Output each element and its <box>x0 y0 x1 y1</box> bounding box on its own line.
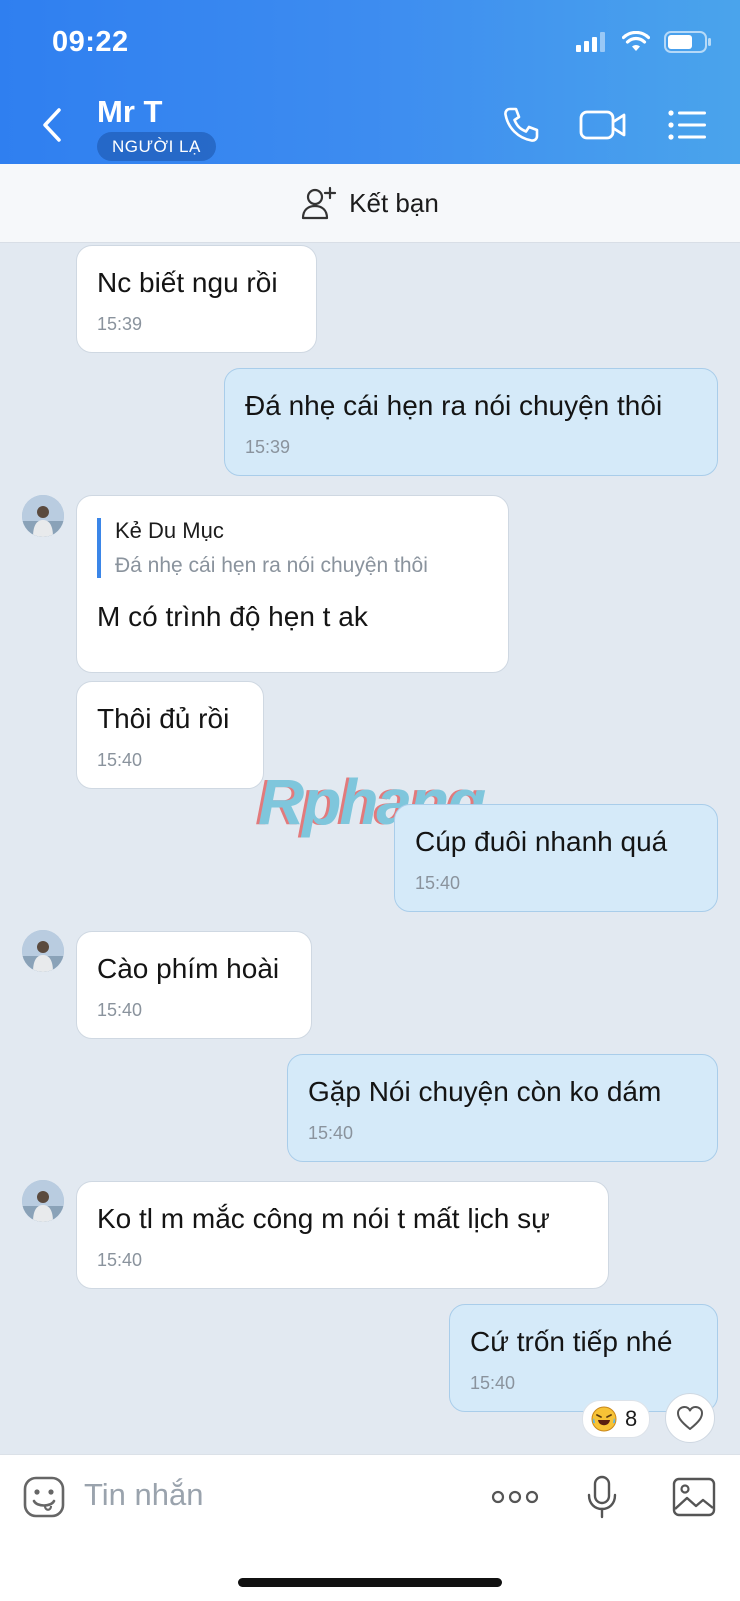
message-text: Cứ trốn tiếp nhé <box>470 1326 673 1357</box>
chevron-left-icon <box>43 108 61 142</box>
more-options-button[interactable] <box>490 1475 540 1519</box>
avatar-photo <box>22 1180 64 1222</box>
message-sent[interactable]: Gặp Nói chuyện còn ko dám 15:40 <box>287 1054 718 1162</box>
like-button[interactable] <box>665 1393 715 1443</box>
message-text: Gặp Nói chuyện còn ko dám <box>308 1076 662 1107</box>
message-text: Cào phím hoài <box>97 953 280 984</box>
message-received[interactable]: Ko tl m mắc công m nói t mất lịch sự 15:… <box>76 1181 609 1289</box>
quote-text: Đá nhẹ cái hẹn ra nói chuyện thôi <box>115 554 428 577</box>
message-sent[interactable]: Cúp đuôi nhanh quá 15:40 <box>394 804 718 912</box>
laughing-crying-emoji-icon <box>591 1406 617 1432</box>
message-time: 15:40 <box>415 873 461 893</box>
avatar[interactable] <box>22 930 64 972</box>
voice-message-button[interactable] <box>584 1475 620 1519</box>
message-time: 15:40 <box>470 1373 516 1393</box>
message-text: M có trình độ hẹn t ak <box>97 601 368 632</box>
reaction-count: 8 <box>625 1406 638 1431</box>
message-text: Cúp đuôi nhanh quá <box>415 826 668 857</box>
list-menu-icon <box>668 110 706 140</box>
status-icons <box>576 30 712 54</box>
message-received[interactable]: Nc biết ngu rồi 15:39 <box>76 245 317 353</box>
video-camera-icon <box>579 110 626 140</box>
heart-icon <box>677 1406 703 1430</box>
message-text: Ko tl m mắc công m nói t mất lịch sự <box>97 1203 550 1234</box>
avatar[interactable] <box>22 1180 64 1222</box>
sticker-button[interactable] <box>22 1475 66 1519</box>
send-image-button[interactable] <box>672 1475 716 1519</box>
message-input[interactable]: Tin nhắn <box>84 1477 204 1513</box>
microphone-icon <box>587 1475 617 1519</box>
image-gallery-icon <box>672 1477 716 1517</box>
video-call-button[interactable] <box>578 104 628 146</box>
add-friend-button[interactable]: Kết bạn <box>0 164 740 243</box>
add-user-icon <box>302 186 337 220</box>
message-time: 15:39 <box>97 314 143 334</box>
reaction-badge[interactable]: 8 <box>582 1400 651 1438</box>
message-time: 15:40 <box>97 1250 143 1270</box>
message-time: 15:40 <box>97 750 143 770</box>
add-friend-label: Kết bạn <box>349 187 439 218</box>
contact-name[interactable]: Mr T <box>97 94 162 130</box>
message-received-reply[interactable]: Kẻ Du Mục Đá nhẹ cái hẹn ra nói chuyện t… <box>76 495 509 673</box>
message-sent[interactable]: Đá nhẹ cái hẹn ra nói chuyện thôi 15:39 <box>224 368 718 476</box>
wifi-icon <box>622 31 650 51</box>
message-text: Nc biết ngu rồi <box>97 267 278 298</box>
message-time: 15:40 <box>97 1000 143 1020</box>
emoji-sticker-icon <box>23 1476 65 1518</box>
quoted-message[interactable]: Kẻ Du Mục Đá nhẹ cái hẹn ra nói chuyện t… <box>97 518 488 578</box>
status-time: 09:22 <box>52 26 129 58</box>
menu-button[interactable] <box>662 104 712 146</box>
back-button[interactable] <box>32 100 72 150</box>
avatar[interactable] <box>22 495 64 537</box>
avatar-photo <box>22 495 64 537</box>
chat-header: 09:22 Mr T NGƯỜI LẠ <box>0 0 740 164</box>
quote-author: Kẻ Du Mục <box>115 518 224 543</box>
more-dots-icon <box>491 1490 539 1504</box>
voice-call-button[interactable] <box>496 104 546 146</box>
battery-icon <box>664 31 711 53</box>
phone-icon <box>504 107 539 142</box>
avatar-photo <box>22 930 64 972</box>
home-indicator[interactable] <box>238 1578 502 1587</box>
message-received[interactable]: Cào phím hoài 15:40 <box>76 931 312 1039</box>
signal-icon <box>576 32 605 52</box>
message-text: Thôi đủ rồi <box>97 703 230 734</box>
message-received[interactable]: Thôi đủ rồi 15:40 <box>76 681 264 789</box>
message-text: Đá nhẹ cái hẹn ra nói chuyện thôi <box>245 390 663 421</box>
message-time: 15:39 <box>245 437 291 457</box>
stranger-badge: NGƯỜI LẠ <box>97 132 216 161</box>
message-time: 15:40 <box>308 1123 354 1143</box>
